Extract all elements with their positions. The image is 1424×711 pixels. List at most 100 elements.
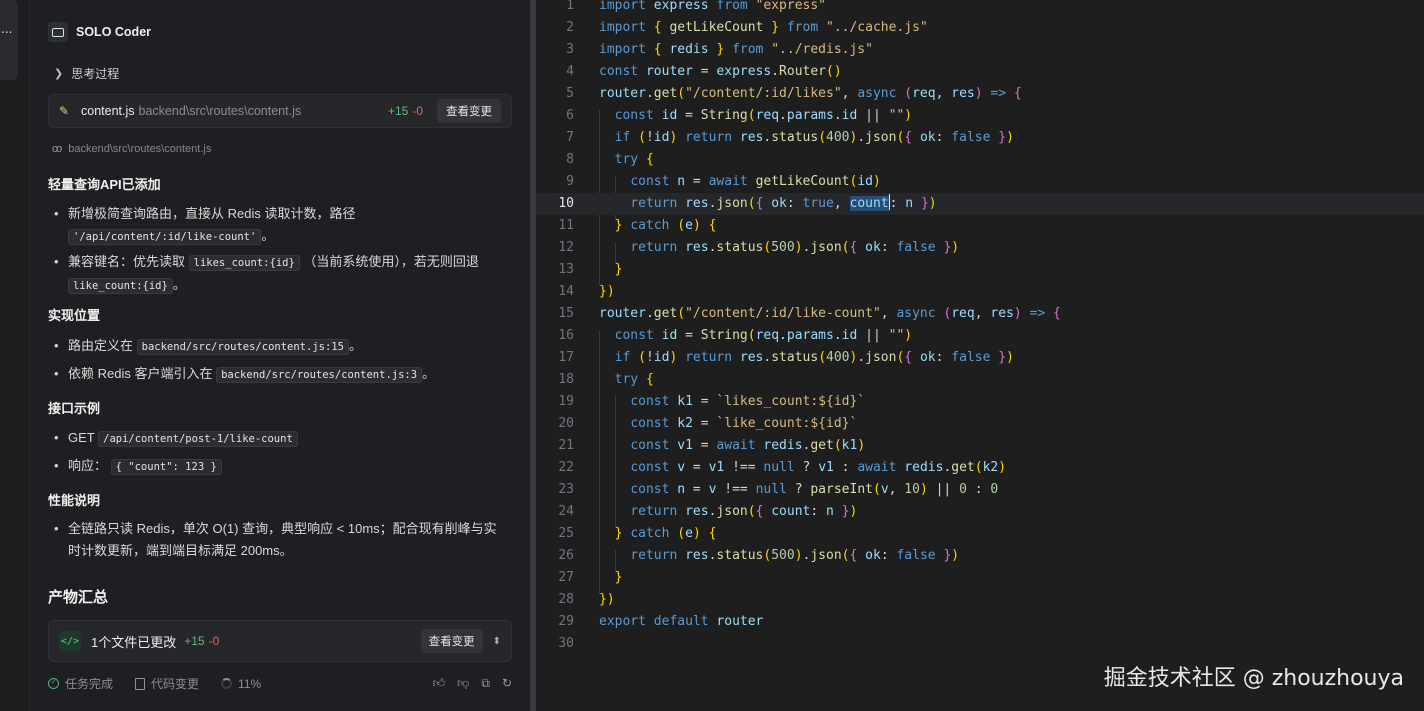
section-title-example: 接口示例 — [48, 401, 101, 416]
inline-code[interactable]: backend/src/routes/content.js:3 — [216, 367, 423, 383]
thumbs-down-icon[interactable]: 👎︎ — [457, 676, 469, 691]
section-title-location: 实现位置 — [48, 308, 101, 323]
line-number: 5 — [566, 86, 574, 101]
code-text[interactable]: } catch (e) { — [599, 215, 717, 237]
line-number: 11 — [558, 218, 574, 233]
line-number: 9 — [566, 174, 574, 189]
line-number: 16 — [558, 328, 574, 343]
copy-icon[interactable]: ⧉ — [481, 676, 490, 691]
code-line[interactable]: 21 const v1 = await redis.get(k1) — [536, 435, 1424, 457]
terminal-icon — [48, 22, 68, 42]
code-text[interactable]: return res.status(500).json({ ok: false … — [599, 237, 959, 259]
list-item-text: 新增极简查询路由，直接从 Redis 读取计数，路径 — [68, 206, 356, 221]
code-text[interactable]: } — [599, 259, 623, 281]
refresh-icon[interactable]: ↻ — [502, 676, 512, 691]
edited-file-card[interactable]: ✎ content.js backend\src\routes\content.… — [48, 94, 512, 128]
code-line[interactable]: 11 } catch (e) { — [536, 215, 1424, 237]
code-text[interactable]: router.get("/content/:id/likes", async (… — [599, 83, 1022, 105]
code-line[interactable]: 6 const id = String(req.params.id || "") — [536, 105, 1424, 127]
code-text[interactable]: import { getLikeCount } from "../cache.j… — [599, 17, 928, 39]
code-text[interactable]: }) — [599, 589, 615, 611]
code-line[interactable]: 12 return res.status(500).json({ ok: fal… — [536, 237, 1424, 259]
code-line[interactable]: 27 } — [536, 567, 1424, 589]
code-line[interactable]: 18 try { — [536, 369, 1424, 391]
rail-tab[interactable]: ... — [0, 0, 18, 80]
code-text[interactable]: router.get("/content/:id/like-count", as… — [599, 303, 1061, 325]
code-text[interactable]: } — [599, 567, 623, 589]
code-text[interactable]: const id = String(req.params.id || "") — [599, 105, 912, 127]
code-text[interactable]: if (!id) return res.status(400).json({ o… — [599, 347, 1014, 369]
code-text[interactable]: const router = express.Router() — [599, 61, 842, 83]
code-line[interactable]: 1 import express from "express" — [536, 0, 1424, 17]
code-text[interactable]: return res.json({ count: n }) — [599, 501, 857, 523]
code-editor[interactable]: 1 import express from "express" 2 import { … — [536, 0, 1424, 711]
line-number: 30 — [558, 636, 574, 651]
code-line[interactable]: 3 import { redis } from "../redis.js" — [536, 39, 1424, 61]
list-item-tail: 。 — [348, 338, 362, 353]
agent-name: SOLO Coder — [76, 25, 152, 39]
code-text[interactable]: if (!id) return res.status(400).json({ o… — [599, 127, 1014, 149]
code-text[interactable]: return res.json({ ok: true, count: n }) — [599, 193, 937, 215]
code-line[interactable]: 28}) — [536, 589, 1424, 611]
read-file-line[interactable]: oo backend\src\routes\content.js — [52, 143, 211, 155]
code-text[interactable]: const k2 = `like_count:${id}` — [599, 413, 857, 435]
code-line[interactable]: 10 return res.json({ ok: true, count: n … — [536, 193, 1424, 215]
section-title-api: 轻量查询API已添加 — [48, 177, 161, 192]
code-text[interactable]: const v = v1 !== null ? v1 : await redis… — [599, 457, 1006, 479]
code-line[interactable]: 7 if (!id) return res.status(400).json({… — [536, 127, 1424, 149]
summary-view-changes-button[interactable]: 查看变更 — [420, 629, 483, 653]
code-line[interactable]: 23 const n = v !== null ? parseInt(v, 10… — [536, 479, 1424, 501]
code-line[interactable]: 25 } catch (e) { — [536, 523, 1424, 545]
code-line[interactable]: 24 return res.json({ count: n }) — [536, 501, 1424, 523]
thinking-toggle[interactable]: ❯ 思考过程 — [54, 65, 119, 82]
code-line[interactable]: 20 const k2 = `like_count:${id}` — [536, 413, 1424, 435]
code-text[interactable]: }) — [599, 281, 615, 303]
chevron-updown-icon[interactable]: ⬍ — [493, 636, 501, 647]
summary-additions: +15 — [184, 634, 205, 648]
code-text[interactable]: const n = await getLikeCount(id) — [599, 171, 880, 193]
inline-code: { "count": 123 } — [110, 459, 222, 475]
view-changes-button[interactable]: 查看变更 — [437, 99, 501, 123]
list-item-tail: 。 — [422, 366, 436, 381]
code-line[interactable]: 30 — [536, 633, 1424, 655]
code-line[interactable]: 13 } — [536, 259, 1424, 281]
code-text[interactable]: } catch (e) { — [599, 523, 717, 545]
code-text[interactable]: try { — [599, 369, 654, 391]
code-text[interactable]: const id = String(req.params.id || "") — [599, 325, 912, 347]
code-line[interactable]: 5 router.get("/content/:id/likes", async … — [536, 83, 1424, 105]
code-line[interactable]: 22 const v = v1 !== null ? v1 : await re… — [536, 457, 1424, 479]
code-line[interactable]: 8 try { — [536, 149, 1424, 171]
thumbs-up-icon[interactable]: 👍︎ — [433, 676, 446, 691]
edited-file-name: content.js — [81, 104, 135, 118]
inline-code: likes_count:{id} — [188, 255, 300, 271]
code-line[interactable]: 29 export default router — [536, 611, 1424, 633]
code-text[interactable]: const k1 = `likes_count:${id}` — [599, 391, 865, 413]
line-number: 18 — [558, 372, 574, 387]
line-number: 10 — [558, 196, 574, 211]
code-text[interactable]: export default router — [599, 611, 763, 633]
chat-panel: SOLO Coder ❯ 思考过程 ✎ content.js backend\s… — [30, 0, 530, 711]
deletions-count: -0 — [412, 104, 423, 118]
code-changes-tab[interactable]: 代码变更 — [135, 675, 199, 692]
code-text[interactable]: const n = v !== null ? parseInt(v, 10) |… — [599, 479, 998, 501]
code-line[interactable]: 2 import { getLikeCount } from "../cache.… — [536, 17, 1424, 39]
code-text[interactable]: import { redis } from "../redis.js" — [599, 39, 873, 61]
pencil-icon: ✎ — [59, 104, 70, 118]
code-line[interactable]: 9 const n = await getLikeCount(id) — [536, 171, 1424, 193]
code-line[interactable]: 14}) — [536, 281, 1424, 303]
summary-card[interactable]: </> 1个文件已更改 +15 -0 查看变更 ⬍ — [48, 620, 512, 662]
code-text[interactable]: return res.status(500).json({ ok: false … — [599, 545, 959, 567]
task-status-label: 任务完成 — [65, 677, 114, 691]
code-line[interactable]: 15 router.get("/content/:id/like-count", … — [536, 303, 1424, 325]
code-line[interactable]: 26 return res.status(500).json({ ok: fal… — [536, 545, 1424, 567]
summary-title: 产物汇总 — [48, 589, 109, 606]
code-line[interactable]: 4 const router = express.Router() — [536, 61, 1424, 83]
code-text[interactable]: const v1 = await redis.get(k1) — [599, 435, 865, 457]
code-line[interactable]: 19 const k1 = `likes_count:${id}` — [536, 391, 1424, 413]
code-line[interactable]: 16 const id = String(req.params.id || ""… — [536, 325, 1424, 347]
inline-code[interactable]: backend/src/routes/content.js:15 — [136, 339, 349, 355]
line-number: 25 — [558, 526, 574, 541]
code-text[interactable]: import express from "express" — [599, 0, 826, 17]
code-line[interactable]: 17 if (!id) return res.status(400).json(… — [536, 347, 1424, 369]
code-text[interactable]: try { — [599, 149, 654, 171]
